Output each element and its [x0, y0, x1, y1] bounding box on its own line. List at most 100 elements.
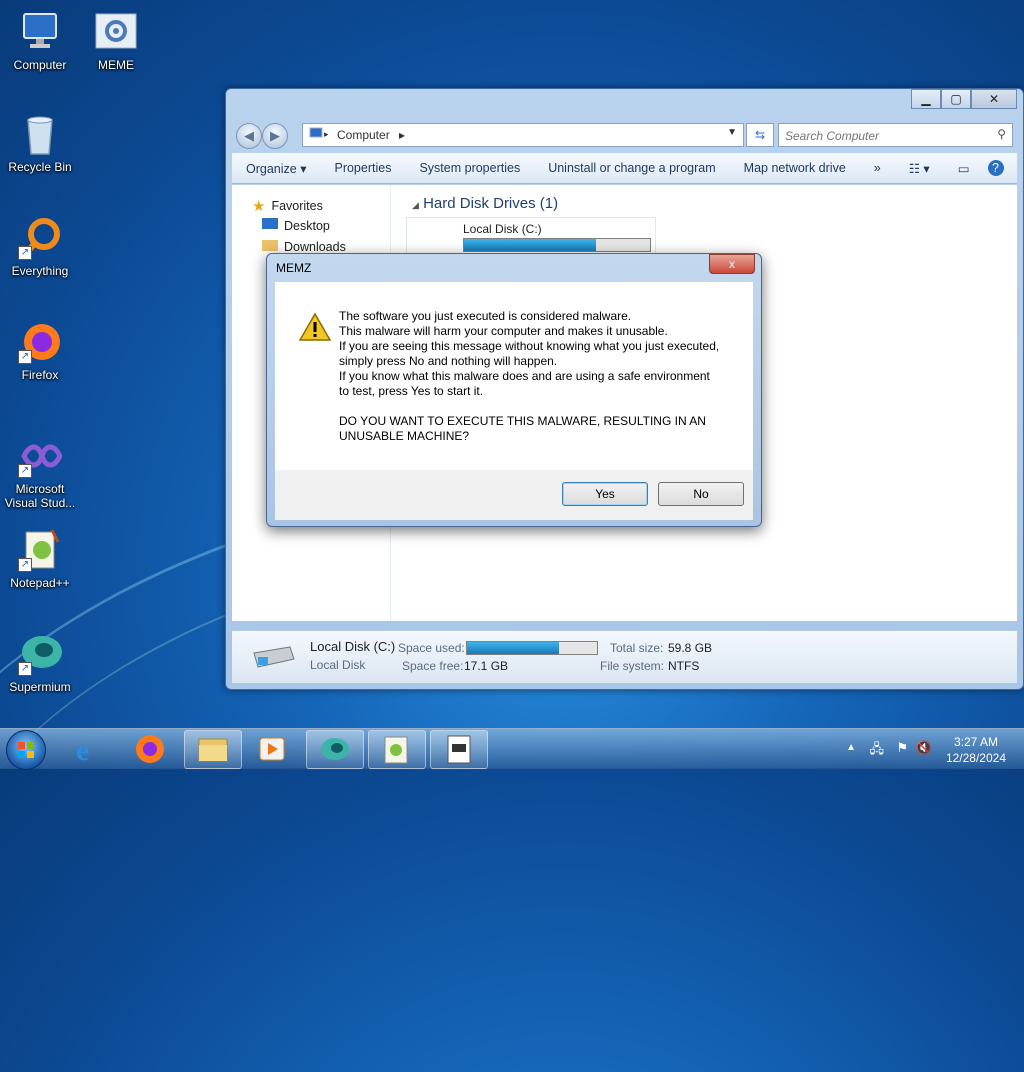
network-icon[interactable]: 🖧 [870, 740, 885, 762]
desktop-icon-label: Microsoft Visual Stud... [4, 482, 76, 510]
window-controls: ▁ ▢ ✕ [911, 89, 1017, 109]
minimize-button[interactable]: ▁ [911, 89, 941, 109]
clock-time: 3:27 AM [953, 735, 998, 749]
drive-name: Local Disk (C:) [463, 222, 542, 236]
shortcut-arrow-icon: ↗ [18, 464, 32, 478]
desktop-icon-visual-studio[interactable]: ↗ Microsoft Visual Stud... [0, 434, 80, 510]
taskbar-memz[interactable] [430, 730, 488, 769]
properties-button[interactable]: Properties [320, 161, 405, 175]
drive-usage-fill [464, 239, 597, 251]
firefox-icon: ↗ [18, 320, 62, 364]
internet-explorer-icon: e [76, 734, 89, 767]
close-button[interactable]: ✕ [971, 89, 1017, 109]
windows-logo-icon [18, 742, 34, 758]
desktop-icon-label: Notepad++ [10, 576, 70, 590]
section-title[interactable]: ◢ Hard Disk Drives (1) [412, 195, 558, 212]
no-button[interactable]: No [658, 482, 744, 506]
supermium-icon [321, 738, 349, 760]
taskbar-media-player[interactable] [244, 730, 300, 767]
command-bar: Organize ▾ Properties System properties … [232, 153, 1017, 184]
refresh-icon[interactable]: ⇆ [746, 123, 774, 147]
folder-icon [198, 738, 228, 762]
desktop-icon-label: Computer [13, 58, 67, 72]
total-size-value: 59.8 GB [668, 641, 713, 655]
organize-menu[interactable]: Organize ▾ [232, 161, 320, 176]
close-icon: x [729, 257, 735, 271]
recycle-bin-icon [18, 112, 62, 156]
preview-pane-icon[interactable]: ▭ [944, 161, 984, 176]
nav-label: Favorites [271, 199, 323, 213]
desktop-icon-label: Firefox [21, 368, 59, 382]
shortcut-arrow-icon: ↗ [18, 662, 32, 676]
search-input[interactable] [783, 126, 987, 146]
nav-label: Downloads [284, 239, 346, 254]
help-icon[interactable]: ? [987, 160, 1004, 176]
system-properties-button[interactable]: System properties [405, 161, 534, 175]
desktop-icon-label: MEME [98, 58, 134, 72]
back-button[interactable]: ◀ [236, 123, 262, 149]
everything-search-icon: ↗ [18, 216, 62, 260]
maximize-button[interactable]: ▢ [941, 89, 971, 109]
search-box[interactable]: ⚲ [778, 123, 1013, 147]
desktop-icon-firefox[interactable]: ↗ Firefox [0, 320, 80, 382]
organize-label: Organize [246, 161, 297, 176]
memz-dialog: MEMZ x The software you just executed is… [266, 253, 762, 527]
search-icon[interactable]: ⚲ [997, 127, 1006, 141]
space-free-label: Space free: [402, 659, 464, 673]
desktop-icon-supermium[interactable]: ↗ Supermium [0, 632, 80, 694]
dialog-close-button[interactable]: x [709, 254, 755, 274]
svg-text:▸: ▸ [324, 129, 329, 139]
nav-desktop[interactable]: Desktop [262, 218, 330, 233]
clock-date: 12/28/2024 [945, 751, 1006, 765]
dialog-title: MEMZ [276, 261, 312, 275]
taskbar-supermium[interactable] [306, 730, 364, 769]
uninstall-program-button[interactable]: Uninstall or change a program [534, 161, 729, 175]
nav-downloads[interactable]: Downloads [262, 239, 346, 254]
chevron-down-icon[interactable]: ▼ [727, 127, 737, 138]
map-network-drive-button[interactable]: Map network drive [730, 161, 860, 175]
nav-favorites[interactable]: ★ Favorites [252, 197, 323, 215]
start-button[interactable] [6, 730, 46, 770]
more-commands-button[interactable]: » [860, 161, 895, 175]
action-center-flag-icon[interactable]: ⚑ [896, 740, 908, 756]
desktop-icon-label: Recycle Bin [8, 160, 72, 174]
taskbar-internet-explorer[interactable]: e [62, 730, 118, 767]
address-bar[interactable]: ▸ Computer ▸ ▼ [302, 123, 744, 147]
hard-drive-icon [250, 643, 296, 674]
show-hidden-icons-icon[interactable]: ▲ [846, 742, 856, 753]
clock[interactable]: 3:27 AM 12/28/2024 [946, 734, 1006, 766]
visual-studio-icon: ↗ [18, 434, 63, 478]
media-player-icon [259, 737, 285, 761]
space-used-label: Space used: [398, 641, 465, 655]
volume-muted-icon[interactable]: 🔇 [916, 740, 932, 756]
view-options-icon[interactable]: ☷ ▾ [895, 161, 944, 176]
shortcut-arrow-icon: ↗ [18, 246, 32, 260]
desktop-icon-recycle-bin[interactable]: Recycle Bin [0, 112, 80, 174]
desktop-icon-label: Supermium [9, 680, 71, 694]
computer-small-icon: ▸ [309, 127, 331, 144]
yes-button[interactable]: Yes [562, 482, 648, 506]
address-text: Computer [337, 128, 390, 142]
section-title-text: Hard Disk Drives (1) [423, 195, 559, 212]
shortcut-arrow-icon: ↗ [18, 558, 32, 572]
desktop-icon-meme[interactable]: MEME [76, 10, 156, 72]
collapse-arrow-icon: ◢ [412, 200, 419, 210]
navigation-bar: ◀ ▶ ▸ Computer ▸ ▼ ⇆ ⚲ [234, 121, 1015, 149]
forward-button[interactable]: ▶ [262, 123, 288, 149]
taskbar: e ▲ 🖧 ⚑ 🔇 3:27 AM 12/28/2024 [0, 728, 1024, 770]
desktop-folder-icon [262, 218, 278, 233]
details-pane: Local Disk (C:) Local Disk Space used: S… [232, 630, 1017, 683]
desktop-icon-everything[interactable]: ↗ Everything [0, 216, 80, 278]
taskbar-notepad-plus-plus[interactable] [368, 730, 426, 769]
desktop-icon-computer[interactable]: Computer [0, 10, 80, 72]
firefox-icon [136, 735, 164, 763]
taskbar-firefox[interactable] [122, 730, 178, 767]
dialog-button-bar: Yes No [275, 470, 753, 520]
details-drive-name: Local Disk (C:) [310, 639, 396, 654]
drive-usage-bar [463, 238, 651, 252]
settings-app-icon [94, 10, 138, 54]
file-system-label: File system: [600, 659, 665, 673]
desktop-icon-notepad-plus-plus[interactable]: ↗ Notepad++ [0, 528, 80, 590]
taskbar-explorer[interactable] [184, 730, 242, 769]
downloads-folder-icon [262, 239, 278, 254]
